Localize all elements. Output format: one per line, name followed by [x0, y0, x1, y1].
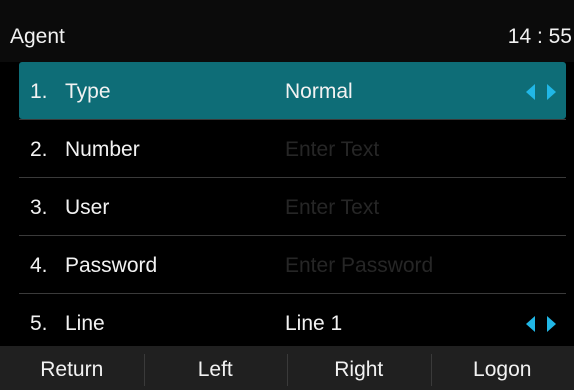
logon-softkey[interactable]: Logon [430, 346, 574, 390]
row-number-field[interactable]: 2. Number Enter Text [19, 119, 566, 177]
row-label: Type [65, 80, 111, 103]
row-number: 5. [30, 312, 48, 335]
page-title: Agent [10, 25, 65, 48]
line-select[interactable]: Line 1 [285, 312, 342, 336]
right-softkey[interactable]: Right [287, 346, 431, 390]
row-line[interactable]: 5. Line Line 1 [19, 293, 566, 351]
left-right-arrows-icon[interactable] [526, 84, 556, 100]
row-user[interactable]: 3. User Enter Text [19, 177, 566, 235]
user-input[interactable]: Enter Text [285, 196, 379, 220]
row-number: 1. [30, 80, 48, 103]
row-label: Number [65, 138, 140, 161]
row-number: 3. [30, 196, 48, 219]
left-right-arrows-icon[interactable] [526, 316, 556, 332]
number-input[interactable]: Enter Text [285, 138, 379, 162]
row-type[interactable]: 1. Type Normal [19, 62, 566, 119]
row-number: 2. [30, 138, 48, 161]
phone-screen: Agent 14 : 55 1. Type Normal 2. Number E… [0, 0, 574, 390]
row-label: Password [65, 254, 158, 277]
left-softkey[interactable]: Left [143, 346, 288, 390]
type-select[interactable]: Normal [285, 80, 353, 104]
row-number: 4. [30, 254, 48, 277]
row-password[interactable]: 4. Password Enter Password [19, 235, 566, 293]
settings-list: 1. Type Normal 2. Number Enter Text 3. U… [0, 62, 574, 351]
softkey-bar: Return Left Right Logon [0, 346, 574, 390]
clock: 14 : 55 [507, 25, 572, 48]
row-label: User [65, 196, 110, 219]
password-input[interactable]: Enter Password [285, 254, 433, 278]
return-softkey[interactable]: Return [0, 346, 144, 390]
row-label: Line [65, 312, 105, 335]
title-bar: Agent 14 : 55 [0, 0, 574, 62]
